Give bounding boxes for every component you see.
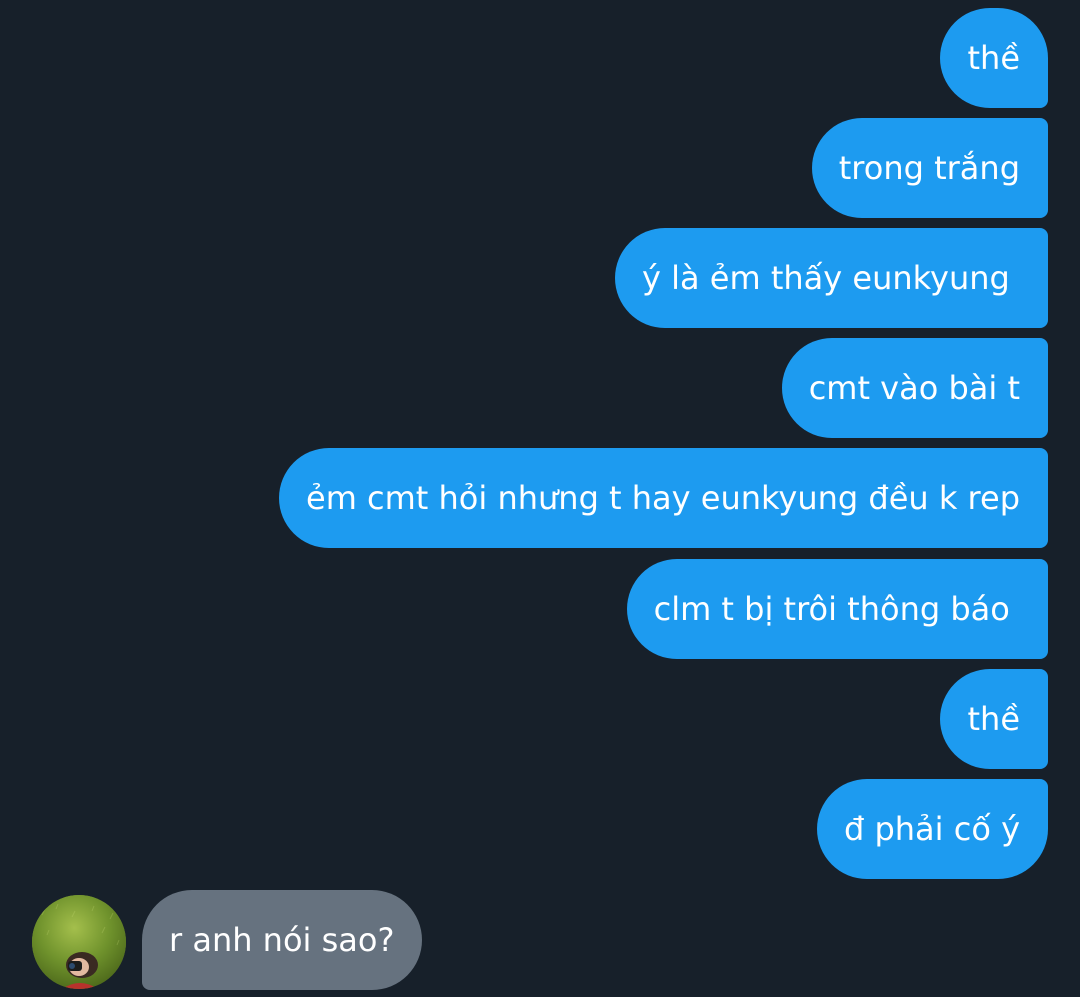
message-row: trong trắng bbox=[811, 118, 1048, 218]
outgoing-message[interactable]: trong trắng bbox=[811, 118, 1048, 218]
outgoing-message[interactable]: thề bbox=[940, 669, 1048, 769]
avatar-image bbox=[32, 895, 126, 989]
message-row: ý là ẻm thấy eunkyung bbox=[615, 228, 1048, 328]
message-row: ẻm cmt hỏi nhưng t hay eunkyung đều k re… bbox=[279, 448, 1048, 548]
outgoing-message[interactable]: thề bbox=[940, 8, 1048, 108]
message-row: đ phải cố ý bbox=[816, 779, 1048, 879]
message-row: cmt vào bài t bbox=[781, 338, 1048, 438]
chat-thread[interactable]: thề trong trắng ý là ẻm thấy eunkyung cm… bbox=[0, 0, 1080, 997]
incoming-message[interactable]: r anh nói sao? bbox=[142, 890, 423, 990]
message-row: clm t bị trôi thông báo bbox=[626, 559, 1048, 659]
outgoing-message[interactable]: ẻm cmt hỏi nhưng t hay eunkyung đều k re… bbox=[279, 448, 1048, 548]
outgoing-message[interactable]: cmt vào bài t bbox=[781, 338, 1048, 438]
user-avatar-icon[interactable] bbox=[32, 895, 126, 989]
outgoing-message[interactable]: ý là ẻm thấy eunkyung bbox=[615, 228, 1048, 328]
message-row: thề bbox=[940, 8, 1048, 108]
message-row: thề bbox=[940, 669, 1048, 769]
outgoing-message[interactable]: đ phải cố ý bbox=[816, 779, 1048, 879]
outgoing-message[interactable]: clm t bị trôi thông báo bbox=[626, 559, 1048, 659]
